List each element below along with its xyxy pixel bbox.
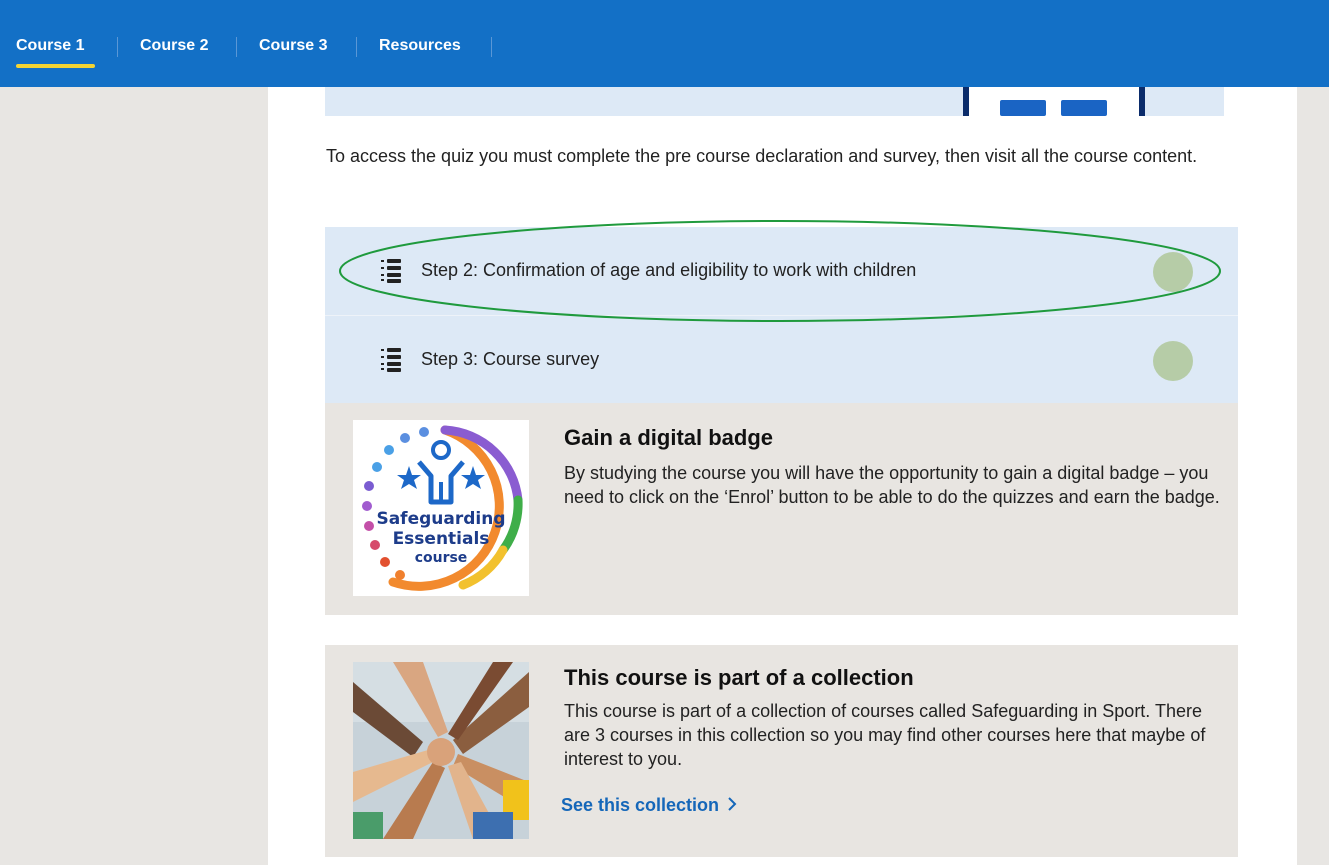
tab-course-3[interactable]: Course 3 <box>259 36 327 56</box>
badge-card-text: By studying the course you will have the… <box>564 463 1220 507</box>
nav-divider <box>491 37 492 57</box>
course-banner <box>325 87 1224 116</box>
collection-card: This course is part of a collection This… <box>325 645 1238 857</box>
hands-photo <box>353 662 529 839</box>
checklist-icon <box>381 348 401 372</box>
banner-illustration <box>963 87 1145 116</box>
intro-text: To access the quiz you must complete the… <box>326 146 1198 166</box>
badge-text-line-2: Essentials <box>393 529 490 549</box>
see-collection-link[interactable]: See this collection <box>561 795 738 816</box>
tab-course-2[interactable]: Course 2 <box>140 36 208 56</box>
chevron-right-icon <box>728 797 737 811</box>
step-3-row[interactable]: Step 3: Course survey <box>325 315 1238 404</box>
active-tab-indicator <box>16 64 95 68</box>
tab-resources[interactable]: Resources <box>379 36 461 56</box>
digital-badge-card: Safeguarding Essentials course Gain a di… <box>325 403 1238 615</box>
safeguarding-badge-image: Safeguarding Essentials course <box>353 420 529 596</box>
badge-text-line-1: Safeguarding <box>376 509 505 529</box>
hands-together-image <box>353 662 529 839</box>
badge-graphic: Safeguarding Essentials course <box>362 425 523 591</box>
step-3-label: Step 3: Course survey <box>421 349 600 369</box>
step-2-status-indicator <box>1153 252 1193 292</box>
step-3-status-indicator <box>1153 341 1193 381</box>
tab-course-1[interactable]: Course 1 <box>16 36 84 56</box>
nav-divider <box>356 37 357 57</box>
see-collection-link-label: See this collection <box>561 795 720 815</box>
banner-illustration-block <box>1061 100 1107 116</box>
collection-card-title: This course is part of a collection <box>564 665 914 690</box>
banner-illustration-block <box>1000 100 1046 116</box>
step-2-label: Step 2: Confirmation of age and eligibil… <box>421 260 917 280</box>
badge-card-title: Gain a digital badge <box>564 425 774 450</box>
checklist-icon <box>381 259 401 283</box>
nav-divider <box>236 37 237 57</box>
top-navigation-bar: Course 1 Course 2 Course 3 Resources <box>0 0 1329 87</box>
badge-text-line-3: course <box>415 550 468 566</box>
nav-divider <box>117 37 118 57</box>
collection-card-text: This course is part of a collection of c… <box>564 701 1206 769</box>
step-2-row[interactable]: Step 2: Confirmation of age and eligibil… <box>325 227 1238 315</box>
